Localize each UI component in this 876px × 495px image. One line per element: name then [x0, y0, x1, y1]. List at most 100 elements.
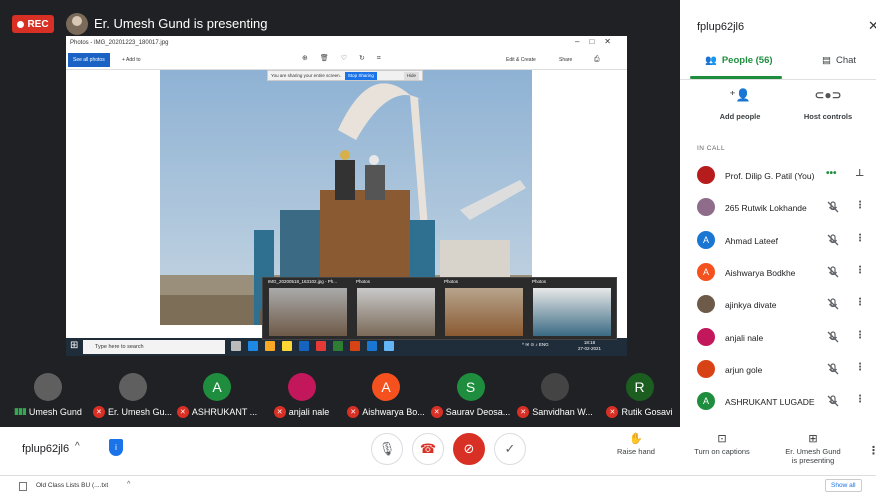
pin-icon[interactable]: ⊥: [855, 168, 864, 179]
participant-tile[interactable]: ✕ Er. Umesh Gu...: [91, 370, 175, 426]
avatar: [697, 198, 715, 217]
participant-tile[interactable]: R ✕ Rutik Gosavi: [598, 370, 682, 426]
participant-row[interactable]: anjali nale ⋮: [680, 322, 876, 352]
hide-notice-button[interactable]: Hide: [403, 71, 419, 80]
mail-icon[interactable]: [299, 341, 309, 351]
edit-create-button[interactable]: Edit & Create: [506, 53, 536, 67]
word-icon[interactable]: [367, 341, 377, 351]
mic-off-icon: ✕: [430, 406, 443, 418]
speaking-icon: ▮▮▮: [14, 406, 27, 416]
camera-off-button[interactable]: ⊘: [453, 433, 485, 465]
print-icon[interactable]: ⎙: [594, 53, 600, 67]
participant-tiles: ▮▮▮ Umesh Gund ✕ Er. Umesh Gu... A ✕ ASHRUKANT…: [0, 370, 680, 426]
participant-tile[interactable]: ✕ anjali nale: [260, 370, 344, 426]
avatar: [697, 327, 715, 346]
participant-tile[interactable]: A ✕ ASHRUKANT ...: [175, 370, 259, 426]
participant-tile[interactable]: A ✕ Aishwarya Bo...: [344, 370, 428, 426]
people-panel: fplup62jl6 ✕ 👥 People (56) ▤ Chat ⁺👤 Add pe…: [680, 0, 876, 427]
participant-row[interactable]: A ASHRUKANT LUGADE ⋮: [680, 386, 876, 416]
stop-sharing-button[interactable]: Stop Sharing: [344, 71, 377, 80]
avatar: [34, 373, 62, 401]
tile-name: ✕ anjali nale: [260, 406, 344, 418]
tab-people[interactable]: 👥 People (56): [705, 55, 773, 66]
host-controls-button[interactable]: ⊂●⊃ Host controls: [783, 88, 873, 121]
shield-icon[interactable]: i: [109, 439, 123, 456]
participant-row[interactable]: A Ahmad Lateef ⋮: [680, 225, 876, 255]
taskbar-clock: 18:18 27-02-2021: [578, 340, 602, 351]
avatar: [697, 359, 715, 378]
taskbar-apps: [231, 341, 394, 351]
edge-icon[interactable]: [248, 341, 258, 351]
participant-row[interactable]: arjun gole ⋮: [680, 354, 876, 384]
tile-name: ✕ Er. Umesh Gu...: [91, 406, 175, 418]
more-icon[interactable]: ⋮: [855, 394, 865, 405]
hand-icon: ✋: [629, 433, 643, 445]
more-icon[interactable]: ⋮: [855, 362, 865, 373]
more-options-icon[interactable]: ⋮: [868, 444, 876, 457]
show-all-button[interactable]: Show all: [825, 479, 862, 492]
avatar: A: [203, 373, 231, 401]
check-button[interactable]: ✓: [494, 433, 526, 465]
photo-tools-icons[interactable]: ⊕🗑♡↻⌗: [302, 54, 393, 63]
tab-chat[interactable]: ▤ Chat: [822, 55, 856, 66]
downloads-bar: Old Class Lists BU (....txt ^ Show all: [0, 475, 876, 495]
participant-tile[interactable]: ▮▮▮ Umesh Gund: [6, 370, 90, 426]
store-icon[interactable]: [265, 341, 275, 351]
participant-row[interactable]: A Aishwarya Bodkhe ⋮: [680, 257, 876, 287]
thumbnail-item[interactable]: IMG_20200518_163102.jpg - Ph...: [265, 278, 351, 341]
mic-off-icon: ✕: [273, 406, 286, 418]
tile-name: ✕ Sanvidhan W...: [513, 406, 597, 418]
participant-name: Prof. Dilip G. Patil (You): [725, 171, 815, 181]
raise-hand-button[interactable]: ✋ Raise hand: [612, 433, 660, 457]
add-to-button[interactable]: + Add to: [122, 53, 141, 67]
chat-icon: ▤: [822, 55, 831, 66]
task-view-icon[interactable]: [231, 341, 241, 351]
participant-row[interactable]: Prof. Dilip G. Patil (You) ••• ⊥: [680, 160, 876, 190]
more-icon[interactable]: ⋮: [855, 265, 865, 276]
participant-row[interactable]: ajinkya divate ⋮: [680, 289, 876, 319]
mic-off-icon: [827, 201, 839, 213]
meeting-code[interactable]: fplup62jl6: [22, 443, 69, 455]
mic-off-icon: [827, 233, 839, 246]
participant-tile[interactable]: ✕ Sanvidhan W...: [513, 370, 597, 426]
participant-name: anjali nale: [725, 332, 764, 343]
more-icon[interactable]: ⋮: [855, 297, 865, 308]
chevron-up-icon[interactable]: ^: [75, 441, 80, 452]
thumbnail-item[interactable]: Photos: [353, 278, 439, 341]
camera-off-icon: ⊘: [463, 441, 475, 456]
microphone-button[interactable]: 🎙: [371, 433, 403, 465]
presenting-button[interactable]: ⊞ Er. Umesh Gund is presenting: [778, 434, 848, 466]
add-person-icon: ⁺👤: [729, 88, 751, 102]
excel-icon[interactable]: [333, 341, 343, 351]
tile-name: ✕ Rutik Gosavi: [598, 406, 682, 418]
powerpoint-icon[interactable]: [350, 341, 360, 351]
participant-row[interactable]: 265 Rutwik Lokhande ⋮: [680, 192, 876, 222]
thumbnail-item[interactable]: Photos: [441, 278, 527, 341]
more-icon[interactable]: ⋮: [855, 330, 865, 341]
chevron-up-icon[interactable]: ^: [127, 481, 130, 488]
more-icon[interactable]: ⋮: [855, 200, 865, 211]
download-item[interactable]: Old Class Lists BU (....txt: [36, 482, 108, 489]
add-people-button[interactable]: ⁺👤 Add people: [695, 88, 785, 121]
participant-tile[interactable]: S ✕ Saurav Deosa...: [429, 370, 513, 426]
avatar: [697, 166, 715, 184]
avatar: [541, 373, 569, 401]
captions-button[interactable]: ⊡ Turn on captions: [688, 434, 756, 457]
thumbnail-item[interactable]: Photos: [529, 278, 615, 341]
hang-up-icon: ☎: [419, 441, 437, 456]
file-icon: [19, 482, 27, 491]
windows-start-icon[interactable]: ⊞: [70, 341, 80, 351]
see-all-photos-button[interactable]: See all photos: [68, 53, 110, 67]
more-icon[interactable]: ⋮: [855, 233, 865, 244]
share-button[interactable]: Share: [559, 53, 572, 67]
leave-call-button[interactable]: ☎: [412, 433, 444, 465]
chrome-icon[interactable]: [316, 341, 326, 351]
avatar: [287, 373, 316, 401]
taskbar-search-input[interactable]: Type here to search: [83, 340, 225, 354]
explorer-icon[interactable]: [282, 341, 292, 351]
photos-window-title: Photos - IMG_20201223_180017.jpg: [66, 36, 627, 50]
photos-icon[interactable]: [384, 341, 394, 351]
close-icon[interactable]: ✕: [868, 18, 876, 34]
avatar: A: [372, 373, 400, 401]
presenter-banner: Er. Umesh Gund is presenting: [94, 16, 268, 31]
